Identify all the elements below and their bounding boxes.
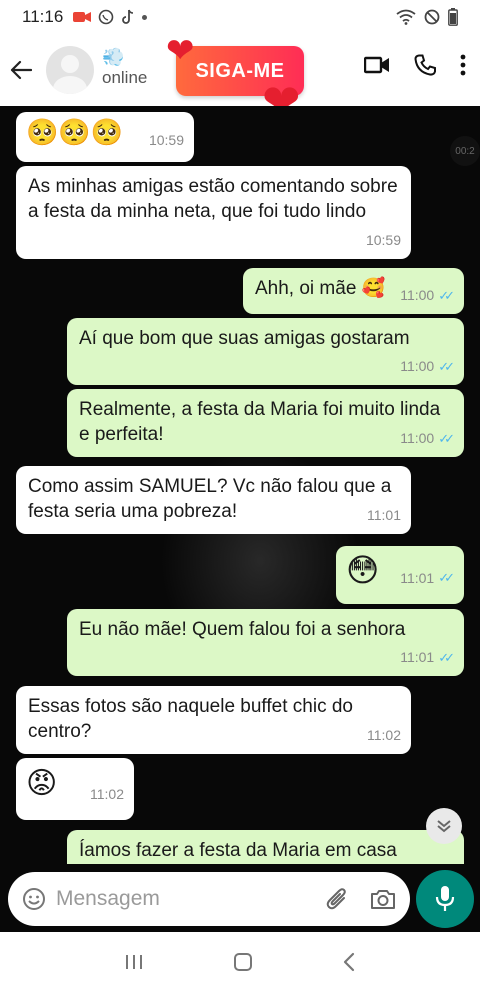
contact-status: online xyxy=(102,68,148,87)
message-placeholder: Mensagem xyxy=(56,887,160,910)
message-outgoing[interactable]: Aí que bom que suas amigas gostaram 11:0… xyxy=(67,318,464,385)
message-time: 10:59 xyxy=(148,132,184,148)
composer: Mensagem xyxy=(0,864,480,932)
home-icon[interactable] xyxy=(233,952,253,972)
chat-area[interactable]: 00:2 🥺🥺🥺 10:59 As minhas amigas estão co… xyxy=(0,106,480,864)
message-text: 😡 xyxy=(26,767,58,800)
read-receipt-icon: ✓✓ xyxy=(438,570,455,585)
back-arrow-icon[interactable] xyxy=(10,58,34,82)
wifi-icon xyxy=(396,9,416,25)
read-receipt-icon: ✓✓ xyxy=(438,288,455,303)
microphone-icon xyxy=(435,886,455,911)
message-incoming[interactable]: 🥺🥺🥺 10:59 xyxy=(16,112,194,162)
menu-icon[interactable] xyxy=(460,54,466,76)
system-navigation-bar xyxy=(0,932,480,992)
message-outgoing[interactable]: Eu não mãe! Quem falou foi a senhora 11:… xyxy=(67,609,464,676)
video-record-icon xyxy=(73,12,92,22)
message-text: Essas fotos são naquele buffet chic do c… xyxy=(28,696,353,742)
paperclip-icon[interactable] xyxy=(326,887,348,911)
message-text: Aí que bom que suas amigas gostaram xyxy=(79,328,410,349)
message-outgoing[interactable]: 😳 11:01 ✓✓ xyxy=(336,546,464,604)
header-actions xyxy=(364,54,466,76)
double-chevron-down-icon xyxy=(437,820,451,833)
contact-avatar[interactable] xyxy=(46,46,94,94)
battery-icon xyxy=(448,8,458,26)
message-text: As minhas amigas estão comentando sobre … xyxy=(28,176,398,222)
message-outgoing[interactable]: Ahh, oi mãe 🥰 11:00 ✓✓ xyxy=(243,268,464,314)
message-time: 11:01 xyxy=(400,649,435,665)
system-icons xyxy=(396,8,458,26)
message-time: 11:02 xyxy=(90,786,124,802)
message-text: Eu não mãe! Quem falou foi a senhora xyxy=(79,619,406,640)
read-receipt-icon: ✓✓ xyxy=(438,431,455,446)
scroll-down-button[interactable] xyxy=(426,808,462,844)
message-incoming[interactable]: Essas fotos são naquele buffet chic do c… xyxy=(16,686,411,754)
message-incoming[interactable]: 😡 11:02 xyxy=(16,758,134,820)
message-text: 😳 xyxy=(346,552,380,588)
message-time: 11:01 xyxy=(367,507,401,523)
heart-icon: ❤ xyxy=(166,32,195,70)
message-time: 11:00 xyxy=(400,358,435,374)
tiktok-icon xyxy=(122,9,134,24)
message-outgoing[interactable]: Realmente, a festa da Maria foi muito li… xyxy=(67,389,464,457)
message-outgoing[interactable]: Íamos fazer a festa da Maria em casa xyxy=(67,830,464,864)
message-text: Como assim SAMUEL? Vc não falou que a fe… xyxy=(28,476,392,522)
message-text: 🥺🥺🥺 xyxy=(26,117,124,147)
read-receipt-icon: ✓✓ xyxy=(438,359,455,374)
notification-icons xyxy=(73,9,148,25)
side-timer-badge: 00:2 xyxy=(450,136,480,166)
voice-call-icon[interactable] xyxy=(414,54,436,76)
message-text: Ahh, oi mãe 🥰 xyxy=(255,278,386,299)
camera-icon[interactable] xyxy=(370,888,396,910)
contact-name: 💨 xyxy=(102,47,125,67)
clock: 11:16 xyxy=(22,7,64,26)
emoji-icon[interactable] xyxy=(22,887,46,911)
message-text: Íamos fazer a festa da Maria em casa xyxy=(79,840,397,861)
do-not-disturb-icon xyxy=(424,9,440,25)
contact-info[interactable]: 💨 online xyxy=(102,47,148,88)
microphone-button[interactable] xyxy=(416,870,474,928)
status-bar: 11:16 xyxy=(0,0,480,34)
message-input[interactable]: Mensagem xyxy=(8,872,410,926)
recent-apps-icon[interactable] xyxy=(124,953,144,971)
message-text: Realmente, a festa da Maria foi muito li… xyxy=(79,399,441,445)
message-time: 11:02 xyxy=(367,727,401,743)
more-notifications-dot xyxy=(142,14,148,20)
message-incoming[interactable]: Como assim SAMUEL? Vc não falou que a fe… xyxy=(16,466,411,534)
message-time: 10:59 xyxy=(365,232,401,248)
read-receipt-icon: ✓✓ xyxy=(438,650,455,665)
video-call-icon[interactable] xyxy=(364,55,390,75)
whatsapp-icon xyxy=(98,9,114,25)
message-time: 11:00 xyxy=(400,430,435,446)
message-time: 11:00 xyxy=(400,287,435,303)
chat-header: 💨 online SIGA-ME ❤ ❤ xyxy=(0,32,480,124)
message-incoming[interactable]: As minhas amigas estão comentando sobre … xyxy=(16,166,411,259)
back-icon[interactable] xyxy=(342,952,356,972)
message-time: 11:01 xyxy=(400,570,435,586)
